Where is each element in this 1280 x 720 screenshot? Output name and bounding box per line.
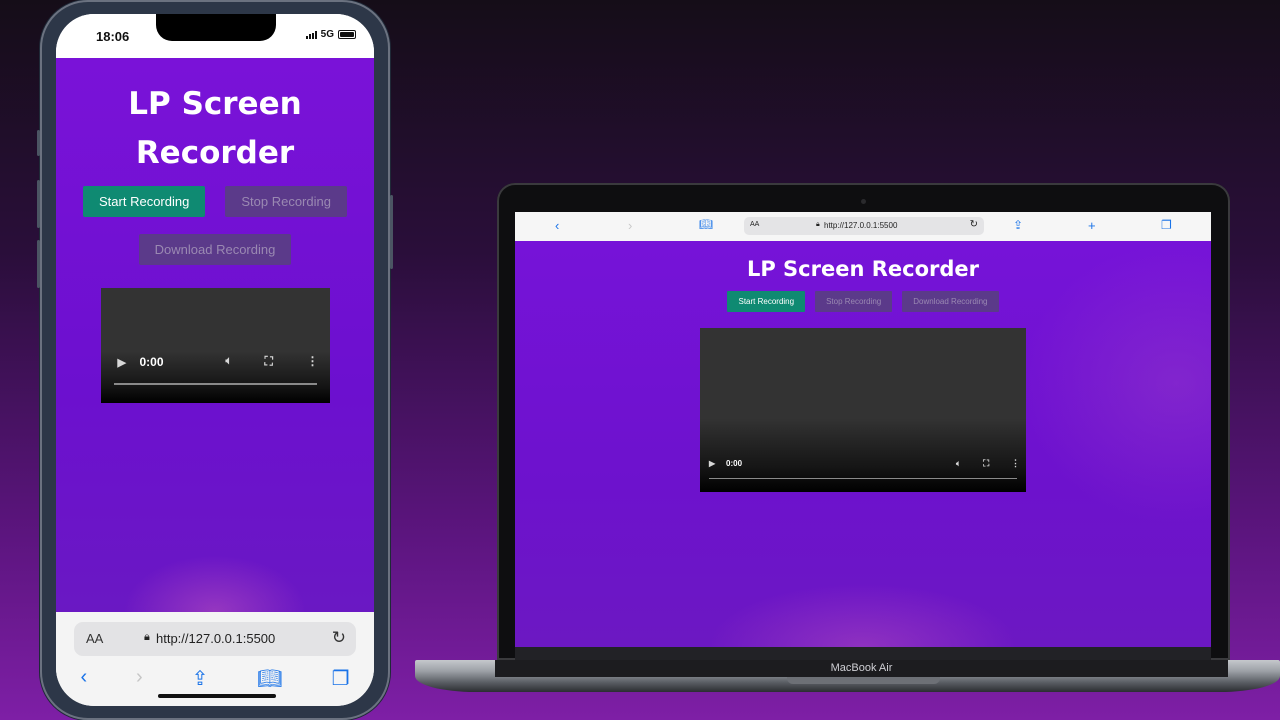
browser-nav: ‹ › ⇪ 📖︎ ❐ [56,666,374,691]
more-icon[interactable]: ⋮ [1011,458,1020,469]
download-recording-button[interactable]: Download Recording [138,234,292,265]
browser-toolbar: ‹ › 📖︎ AA 🔒︎ http://127.0.0.1:5500 ↻ ⇪ +… [515,212,1211,241]
status-time: 18:06 [96,29,130,44]
page-title-line2: Recorder [135,135,295,171]
web-page: LP Screen Recorder Start Recording Stop … [56,58,374,612]
camera-icon [861,199,866,204]
plus-icon[interactable]: + [1088,218,1096,233]
address-bar[interactable]: AA 🔒︎ http://127.0.0.1:5500 ↻ [744,217,984,235]
fullscreen-icon[interactable]: ⛶ [983,458,989,469]
volume-icon[interactable]: 🔈︎ [956,459,961,469]
back-icon[interactable]: ‹ [80,666,87,691]
text-size-button[interactable]: AA [750,221,759,228]
play-icon[interactable]: ▶ [709,459,715,468]
lock-icon: 🔒︎ [144,631,150,643]
base-hinge: MacBook Air [495,660,1228,677]
macbook-label: MacBook Air [830,662,893,674]
volume-up-button [37,180,40,228]
start-recording-button[interactable]: Start Recording [83,186,206,217]
progress-bar[interactable] [709,478,1017,479]
page-title-line1: LP Screen [128,86,302,122]
lock-icon: 🔒︎ [816,221,820,228]
book-icon[interactable]: 📖︎ [257,666,282,691]
back-icon[interactable]: ‹ [555,218,559,233]
more-icon[interactable]: ⋮ [307,354,319,368]
video-time: 0:00 [139,355,164,369]
battery-icon [338,30,356,39]
reload-icon[interactable]: ↻ [970,219,978,230]
play-icon[interactable]: ▶ [118,356,126,369]
button-row: Start Recording Stop Recording [56,186,374,217]
phone-screen: 18:06 5G LP Screen Recorder Start Record… [56,14,374,706]
power-button [390,195,393,269]
web-page: LP Screen Recorder Start Recording Stop … [515,241,1211,647]
thumb-notch [787,677,940,684]
stop-recording-button[interactable]: Stop Recording [815,291,893,312]
page-title: LP Screen Recorder [746,257,980,281]
stop-recording-button[interactable]: Stop Recording [225,186,347,217]
volume-icon[interactable]: 🔈︎ [226,355,233,368]
notch [156,14,276,41]
volume-down-button [37,240,40,288]
share-icon[interactable]: ⇪ [192,666,209,691]
forward-icon[interactable]: › [628,218,632,233]
url-text: http://127.0.0.1:5500 [824,221,898,230]
tabs-icon[interactable]: ❐ [1161,218,1172,232]
status-bar: 18:06 5G [56,14,374,58]
laptop-base: MacBook Air [415,660,1280,692]
laptop-bezel-bottom [515,647,1211,660]
progress-bar[interactable] [113,383,317,385]
forward-icon[interactable]: › [136,666,143,691]
download-recording-button[interactable]: Download Recording [902,291,999,312]
network-label: 5G [320,29,334,40]
book-icon[interactable]: 📖︎ [699,218,713,231]
reload-icon[interactable]: ↻ [332,628,346,648]
download-row: Download Recording [56,234,374,265]
url-text: http://127.0.0.1:5500 [156,631,276,646]
video-player[interactable]: ▶ 0:00 🔈︎ ⛶ ⋮ [100,288,330,403]
laptop-screen: ‹ › 📖︎ AA 🔒︎ http://127.0.0.1:5500 ↻ ⇪ +… [515,212,1211,647]
home-indicator [158,694,276,698]
laptop-lid: ‹ › 📖︎ AA 🔒︎ http://127.0.0.1:5500 ↻ ⇪ +… [497,183,1230,660]
address-bar[interactable]: AA 🔒︎ http://127.0.0.1:5500 ↻ [74,622,356,656]
iphone-mockup: 18:06 5G LP Screen Recorder Start Record… [37,0,393,720]
text-size-button[interactable]: AA [86,631,103,646]
status-indicators: 5G [305,29,356,40]
fullscreen-icon[interactable]: ⛶ [265,354,273,369]
browser-bottom-bar: AA 🔒︎ http://127.0.0.1:5500 ↻ ‹ › ⇪ 📖︎ ❐ [56,612,374,706]
tabs-icon[interactable]: ❐ [332,666,350,691]
video-player[interactable]: ▶ 0:00 🔈︎ ⛶ ⋮ [700,328,1026,492]
button-row: Start Recording Stop Recording Download … [515,291,1211,312]
signal-icon [305,30,317,39]
mute-switch [37,130,40,156]
video-time: 0:00 [726,459,743,468]
share-icon[interactable]: ⇪ [1013,218,1023,232]
start-recording-button[interactable]: Start Recording [727,291,806,312]
page-title: LP Screen Recorder [56,80,374,178]
